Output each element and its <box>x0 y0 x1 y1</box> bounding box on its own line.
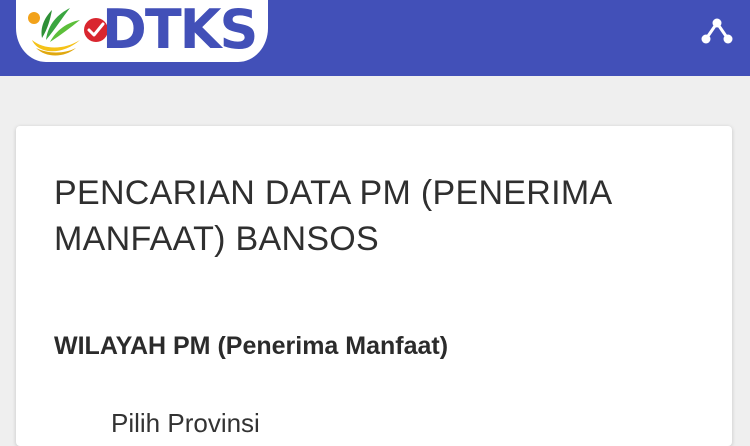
province-select[interactable]: Pilih Provinsi <box>111 408 260 439</box>
search-card: PENCARIAN DATA PM (PENERIMA MANFAAT) BAN… <box>16 126 732 446</box>
page-title-line-1: PENCARIAN DATA PM (PENERIMA <box>54 174 613 212</box>
app-header: DTKS <box>0 0 750 76</box>
logo-text: DTKS <box>102 0 258 61</box>
share-icon <box>701 18 733 44</box>
page-title-line-2: MANFAAT) BANSOS <box>54 220 380 258</box>
page-title: PENCARIAN DATA PM (PENERIMA MANFAAT) BAN… <box>54 170 694 262</box>
share-button[interactable] <box>700 16 734 46</box>
region-section-label: WILAYAH PM (Penerima Manfaat) <box>54 332 449 360</box>
dtks-logo[interactable]: DTKS <box>16 0 268 62</box>
logo-emblem-icon <box>28 8 108 56</box>
